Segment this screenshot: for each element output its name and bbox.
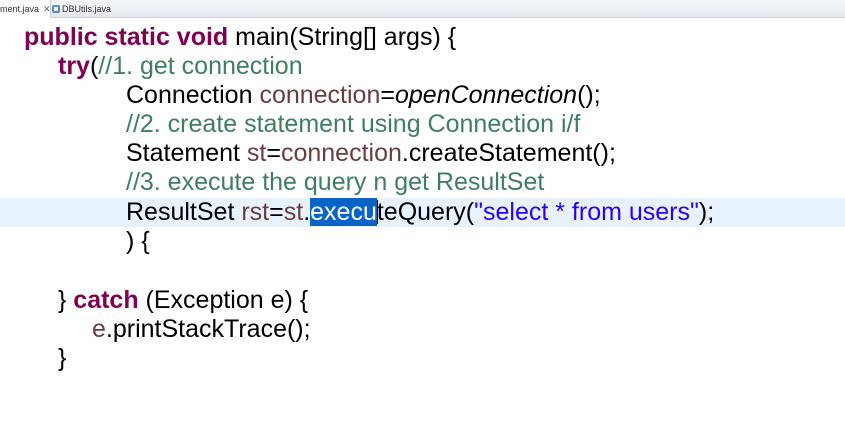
code-text: } (58, 344, 67, 372)
tab-main-java[interactable]: ment.java ✕ (0, 0, 51, 18)
local-variable: e (92, 315, 106, 343)
operator: = (266, 139, 281, 167)
java-file-icon (52, 5, 60, 13)
tab-dbutils-java[interactable]: DBUtils.java (52, 0, 111, 18)
code-text: teQuery( (376, 198, 475, 226)
comment: //1. get connection (98, 52, 303, 80)
text-selection[interactable]: execu (310, 198, 377, 226)
editor-tab-bar: ment.java ✕ DBUtils.java (0, 0, 845, 18)
type-name: Connection (126, 81, 260, 109)
local-variable: st (246, 139, 267, 167)
code-editor[interactable]: public static void main(String[] args) {… (0, 18, 845, 430)
tab-label: ment.java (0, 4, 40, 14)
code-line-10: } catch (Exception e) { (0, 286, 845, 315)
string-literal: "select * from users" (474, 198, 699, 226)
keyword: try (58, 52, 90, 80)
type-name: Statement (126, 139, 247, 167)
code-line-4: //2. create statement using Connection i… (0, 110, 845, 139)
code-text: ) { (126, 227, 150, 255)
code-text: main(String[] args) { (228, 23, 457, 51)
code-text: } (58, 286, 74, 314)
keyword: catch (73, 286, 139, 314)
code-text: (Exception e) { (138, 286, 309, 314)
local-variable: connection (259, 81, 381, 109)
keyword: public static void (24, 23, 229, 51)
close-icon[interactable]: ✕ (43, 4, 51, 14)
operator: = (380, 81, 395, 109)
tab-label: DBUtils.java (62, 4, 112, 14)
code-line-12: } (0, 344, 845, 373)
code-text: .printStackTrace(); (105, 315, 311, 343)
operator: = (269, 198, 284, 226)
comment: //2. create statement using Connection i… (126, 110, 581, 138)
code-line-3: Connection connection=openConnection(); (0, 81, 845, 110)
comment: //3. execute the query n get ResultSet (126, 168, 545, 196)
local-variable: st (283, 198, 304, 226)
code-line-2: try(//1. get connection (0, 52, 845, 81)
code-line-6: //3. execute the query n get ResultSet (0, 168, 845, 197)
type-name: ResultSet (126, 198, 242, 226)
static-method: openConnection (394, 81, 578, 109)
code-line-8: ) { (0, 227, 845, 256)
local-variable: rst (241, 198, 270, 226)
code-line-11: e.printStackTrace(); (0, 315, 845, 344)
code-text: (); (577, 81, 601, 109)
code-text: .createStatement(); (401, 139, 616, 167)
code-text: ); (698, 198, 715, 226)
code-line-1: public static void main(String[] args) { (0, 23, 845, 52)
local-variable: connection (280, 139, 402, 167)
code-line-7-current: ResultSet rst=st.executeQuery("select * … (0, 198, 845, 227)
code-line-5: Statement st=connection.createStatement(… (0, 139, 845, 168)
